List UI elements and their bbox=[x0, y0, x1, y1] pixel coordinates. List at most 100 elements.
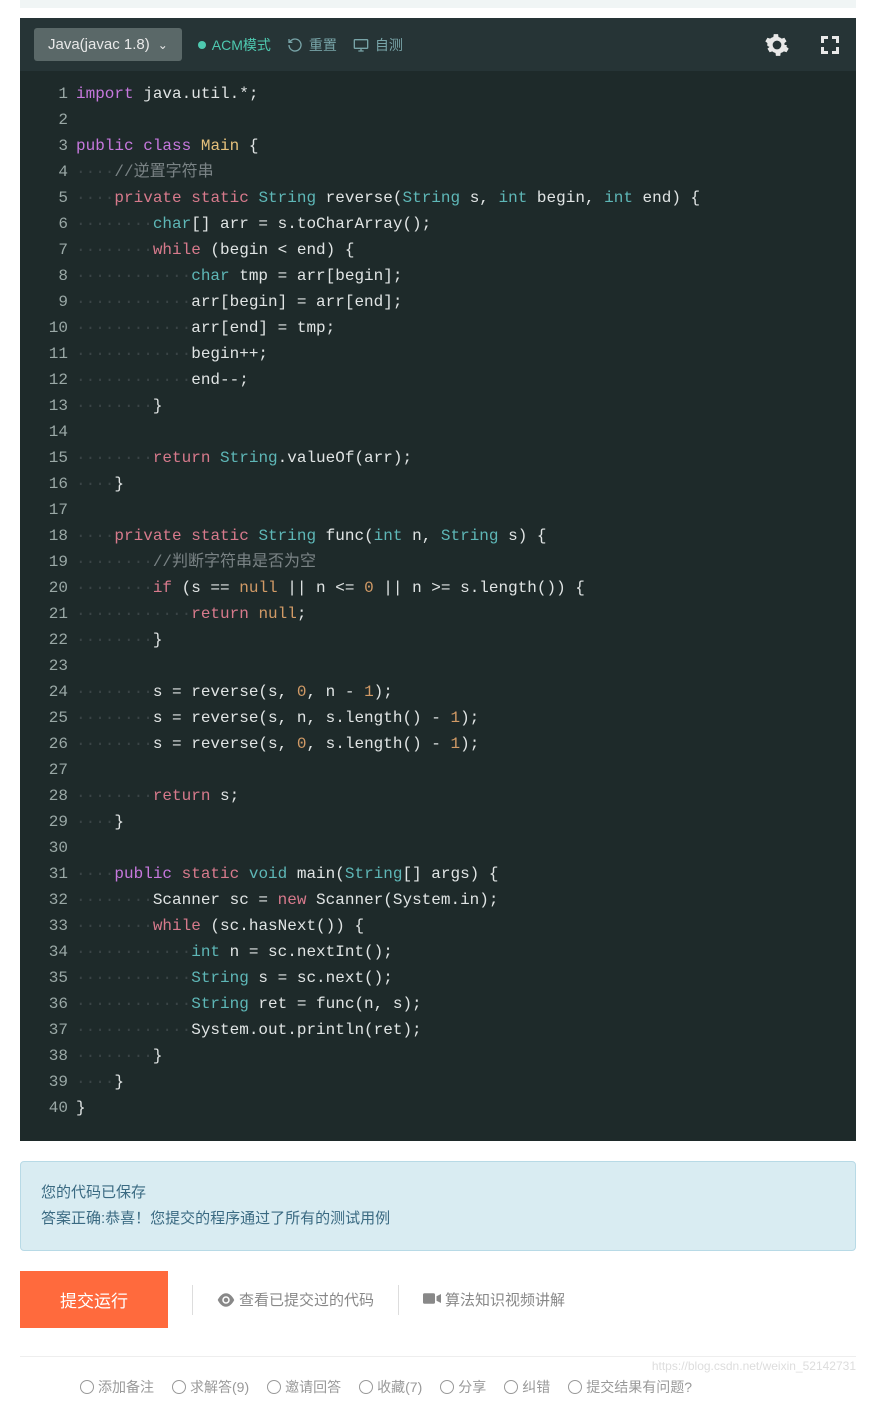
code-line[interactable]: ············String ret = func(n, s); bbox=[76, 991, 856, 1017]
line-number: 34 bbox=[36, 939, 68, 965]
line-number: 8 bbox=[36, 263, 68, 289]
line-number: 13 bbox=[36, 393, 68, 419]
code-line[interactable]: ········return s; bbox=[76, 783, 856, 809]
line-number: 40 bbox=[36, 1095, 68, 1121]
line-number: 19 bbox=[36, 549, 68, 575]
line-number: 23 bbox=[36, 653, 68, 679]
code-line[interactable]: ········} bbox=[76, 393, 856, 419]
code-line[interactable] bbox=[76, 497, 856, 523]
selftest-label: 自测 bbox=[375, 35, 403, 55]
code-content[interactable]: import java.util.*;public class Main {··… bbox=[76, 81, 856, 1121]
code-line[interactable]: ····} bbox=[76, 809, 856, 835]
submit-button[interactable]: 提交运行 bbox=[20, 1271, 168, 1328]
code-line[interactable]: ····private static String reverse(String… bbox=[76, 185, 856, 211]
code-line[interactable]: ············char tmp = arr[begin]; bbox=[76, 263, 856, 289]
line-number: 37 bbox=[36, 1017, 68, 1043]
line-number: 11 bbox=[36, 341, 68, 367]
code-line[interactable]: ········} bbox=[76, 627, 856, 653]
line-number: 32 bbox=[36, 887, 68, 913]
line-number: 14 bbox=[36, 419, 68, 445]
alert-line2: 答案正确:恭喜！您提交的程序通过了所有的测试用例 bbox=[41, 1206, 835, 1232]
code-line[interactable]: ········//判断字符串是否为空 bbox=[76, 549, 856, 575]
foot-note[interactable]: 添加备注 bbox=[80, 1377, 154, 1397]
foot-fav[interactable]: 收藏(7) bbox=[359, 1377, 422, 1397]
fullscreen-icon[interactable] bbox=[818, 33, 842, 57]
code-line[interactable]: ············return null; bbox=[76, 601, 856, 627]
reset-label: 重置 bbox=[309, 35, 337, 55]
code-line[interactable] bbox=[76, 835, 856, 861]
foot-answer[interactable]: 求解答(9) bbox=[172, 1377, 249, 1397]
line-number: 39 bbox=[36, 1069, 68, 1095]
code-line[interactable]: ············String s = sc.next(); bbox=[76, 965, 856, 991]
code-line[interactable] bbox=[76, 653, 856, 679]
line-number: 20 bbox=[36, 575, 68, 601]
line-number: 38 bbox=[36, 1043, 68, 1069]
code-line[interactable]: ············arr[end] = tmp; bbox=[76, 315, 856, 341]
separator bbox=[192, 1285, 193, 1315]
language-dropdown[interactable]: Java(javac 1.8) ⌄ bbox=[34, 28, 182, 61]
code-line[interactable]: ············end--; bbox=[76, 367, 856, 393]
code-editor: Java(javac 1.8) ⌄ ACM模式 重置 自测 1234567891… bbox=[20, 18, 856, 1141]
foot-issue[interactable]: 提交结果有问题? bbox=[568, 1377, 692, 1397]
top-strip bbox=[20, 0, 856, 8]
code-line[interactable]: ····public static void main(String[] arg… bbox=[76, 861, 856, 887]
code-line[interactable]: ········if (s == null || n <= 0 || n >= … bbox=[76, 575, 856, 601]
code-line[interactable]: ········s = reverse(s, 0, n - 1); bbox=[76, 679, 856, 705]
code-line[interactable]: ········while (sc.hasNext()) { bbox=[76, 913, 856, 939]
alert-line1: 您的代码已保存 bbox=[41, 1180, 835, 1206]
code-line[interactable]: ········char[] arr = s.toCharArray(); bbox=[76, 211, 856, 237]
code-line[interactable]: ····} bbox=[76, 1069, 856, 1095]
editor-toolbar: Java(javac 1.8) ⌄ ACM模式 重置 自测 bbox=[20, 18, 856, 71]
code-line[interactable]: ············begin++; bbox=[76, 341, 856, 367]
line-number: 25 bbox=[36, 705, 68, 731]
line-number: 31 bbox=[36, 861, 68, 887]
code-line[interactable]: ········while (begin < end) { bbox=[76, 237, 856, 263]
line-number: 33 bbox=[36, 913, 68, 939]
code-line[interactable]: ····//逆置字符串 bbox=[76, 159, 856, 185]
line-gutter: 1234567891011121314151617181920212223242… bbox=[20, 81, 76, 1121]
code-line[interactable] bbox=[76, 107, 856, 133]
mode-indicator[interactable]: ACM模式 bbox=[198, 35, 271, 55]
code-line[interactable]: ········Scanner sc = new Scanner(System.… bbox=[76, 887, 856, 913]
foot-share[interactable]: 分享 bbox=[440, 1377, 486, 1397]
circle-icon bbox=[80, 1380, 94, 1394]
code-line[interactable]: ····private static String func(int n, St… bbox=[76, 523, 856, 549]
line-number: 24 bbox=[36, 679, 68, 705]
code-line[interactable]: ············System.out.println(ret); bbox=[76, 1017, 856, 1043]
separator bbox=[398, 1285, 399, 1315]
circle-icon bbox=[172, 1380, 186, 1394]
code-line[interactable]: ········} bbox=[76, 1043, 856, 1069]
line-number: 30 bbox=[36, 835, 68, 861]
code-line[interactable] bbox=[76, 419, 856, 445]
reset-button[interactable]: 重置 bbox=[287, 35, 337, 55]
code-line[interactable]: ········s = reverse(s, n, s.length() - 1… bbox=[76, 705, 856, 731]
code-line[interactable] bbox=[76, 757, 856, 783]
line-number: 1 bbox=[36, 81, 68, 107]
code-line[interactable]: ········s = reverse(s, 0, s.length() - 1… bbox=[76, 731, 856, 757]
code-line[interactable]: ········return String.valueOf(arr); bbox=[76, 445, 856, 471]
code-line[interactable]: public class Main { bbox=[76, 133, 856, 159]
foot-invite[interactable]: 邀请回答 bbox=[267, 1377, 341, 1397]
line-number: 16 bbox=[36, 471, 68, 497]
code-line[interactable]: ············int n = sc.nextInt(); bbox=[76, 939, 856, 965]
code-line[interactable]: ····} bbox=[76, 471, 856, 497]
code-line[interactable]: ············arr[begin] = arr[end]; bbox=[76, 289, 856, 315]
status-dot-icon bbox=[198, 41, 206, 49]
history-link[interactable]: 查看已提交过的代码 bbox=[217, 1289, 374, 1310]
video-link[interactable]: 算法知识视频讲解 bbox=[423, 1289, 565, 1310]
line-number: 7 bbox=[36, 237, 68, 263]
code-line[interactable]: } bbox=[76, 1095, 856, 1121]
video-label: 算法知识视频讲解 bbox=[445, 1289, 565, 1310]
line-number: 27 bbox=[36, 757, 68, 783]
history-label: 查看已提交过的代码 bbox=[239, 1289, 374, 1310]
gear-icon[interactable] bbox=[764, 32, 790, 58]
code-area[interactable]: 1234567891011121314151617181920212223242… bbox=[20, 71, 856, 1141]
circle-icon bbox=[504, 1380, 518, 1394]
foot-err[interactable]: 纠错 bbox=[504, 1377, 550, 1397]
line-number: 17 bbox=[36, 497, 68, 523]
selftest-button[interactable]: 自测 bbox=[353, 35, 403, 55]
reset-icon bbox=[287, 37, 303, 53]
line-number: 6 bbox=[36, 211, 68, 237]
code-line[interactable]: import java.util.*; bbox=[76, 81, 856, 107]
line-number: 15 bbox=[36, 445, 68, 471]
